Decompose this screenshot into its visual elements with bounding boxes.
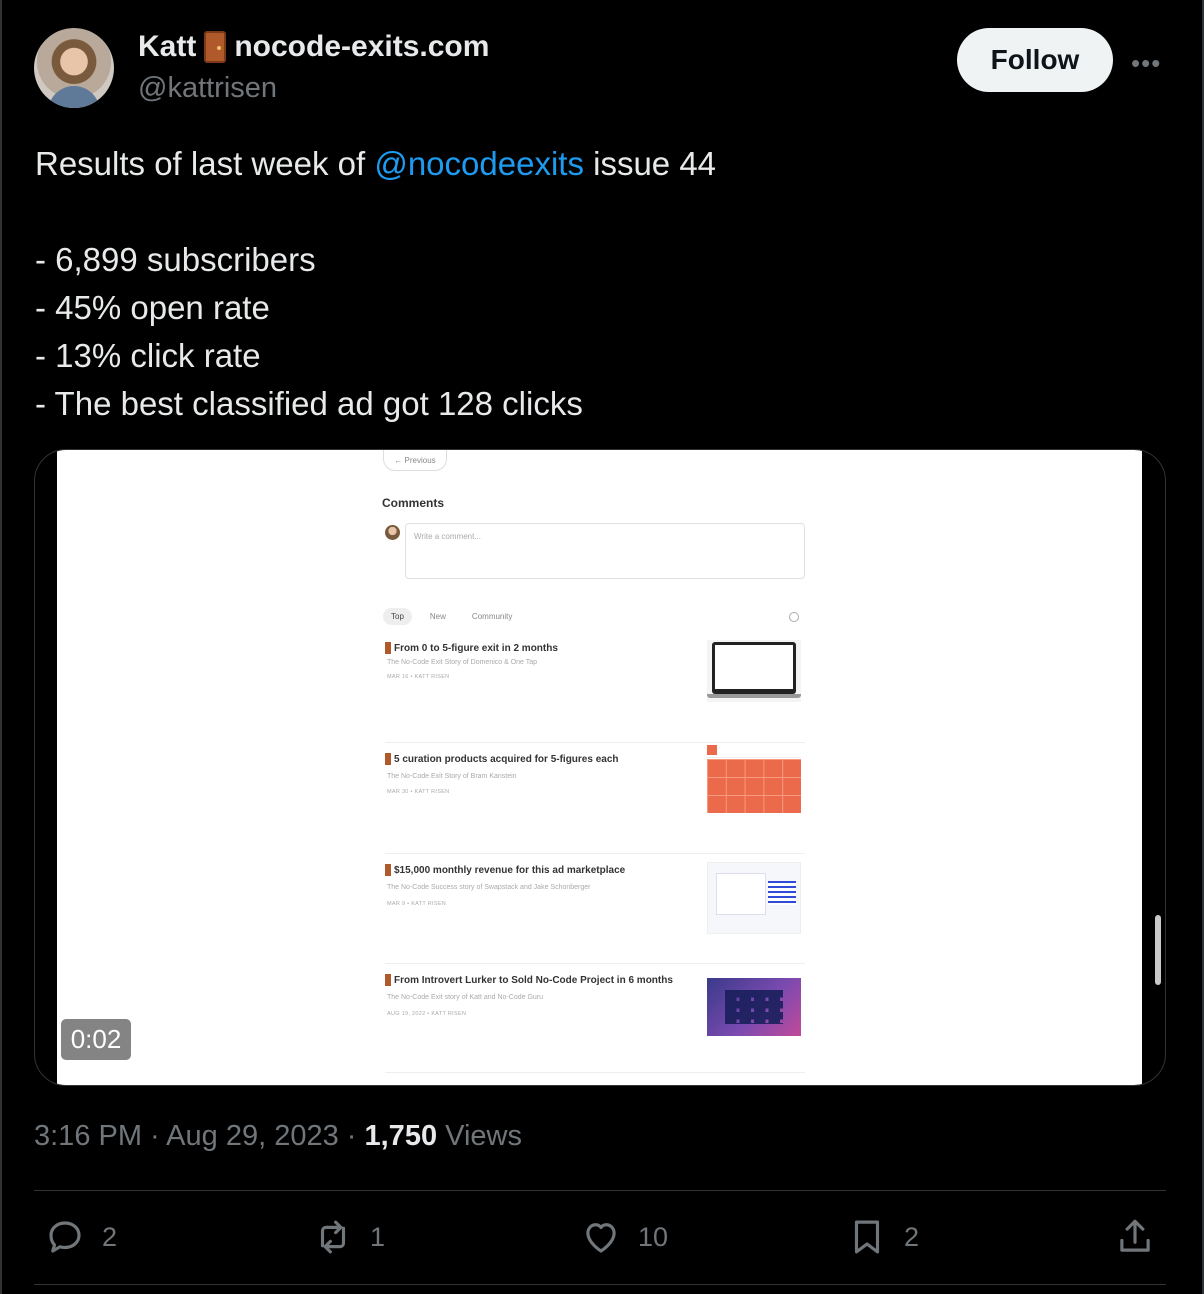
door-icon — [385, 974, 391, 986]
door-icon — [385, 864, 391, 876]
post-title-text: From 0 to 5-figure exit in 2 months — [394, 642, 558, 654]
post-subtitle: The No-Code Success story of Swapstack a… — [387, 884, 591, 891]
laptop-screen — [712, 642, 796, 694]
tweet-line-1: Results of last week of @nocodeexits iss… — [35, 140, 716, 188]
tweet-bullet: - The best classified ad got 128 clicks — [35, 385, 583, 422]
reply-button[interactable]: 2 — [44, 1216, 117, 1258]
comment-avatar — [385, 525, 400, 540]
follow-button[interactable]: Follow — [957, 28, 1113, 92]
mention-link[interactable]: @nocodeexits — [374, 145, 584, 182]
share-button[interactable] — [1114, 1216, 1156, 1258]
tweet-bullet: - 45% open rate — [35, 289, 270, 326]
tweet-date[interactable]: Aug 29, 2023 — [166, 1120, 339, 1152]
post-title: $15,000 monthly revenue for this ad mark… — [385, 864, 625, 876]
door-icon — [204, 31, 227, 63]
more-options-icon[interactable]: ••• — [1131, 48, 1161, 79]
post-title-text: 5 curation products acquired for 5-figur… — [394, 753, 619, 765]
door-icon — [385, 753, 391, 765]
post-subtitle: The No-Code Exit Story of Bram Kanstein — [387, 773, 517, 780]
tweet-bullet: - 13% click rate — [35, 337, 261, 374]
avatar[interactable] — [34, 28, 114, 108]
post-title-text: From Introvert Lurker to Sold No-Code Pr… — [394, 974, 673, 986]
post-thumbnail-header — [707, 743, 801, 758]
post-thumbnail — [707, 759, 801, 813]
video-frame: ← Previous Comments Write a comment... T… — [57, 450, 1161, 1085]
tweet-bullet: - 6,899 subscribers — [35, 241, 316, 278]
tweet-timestamp: 3:16 PM · Aug 29, 2023 · 1,750 Views — [34, 1120, 522, 1152]
post-item: 5 curation products acquired for 5-figur… — [385, 742, 805, 853]
repost-icon — [320, 1220, 346, 1254]
post-title: 5 curation products acquired for 5-figur… — [385, 753, 619, 765]
post-tabs: Top New Community — [383, 608, 520, 625]
heart-icon — [586, 1223, 616, 1253]
post-subtitle: The No-Code Exit Story of Domenico & One… — [387, 659, 538, 666]
post-meta: MAR 9 • KATT RISEN — [387, 901, 447, 907]
views-label: Views — [445, 1120, 522, 1152]
video-duration-badge: 0:02 — [61, 1019, 131, 1060]
post-title: From Introvert Lurker to Sold No-Code Pr… — [385, 974, 673, 986]
display-name[interactable]: Katt — [138, 30, 196, 64]
post-meta: MAR 16 • KATT RISEN — [387, 674, 450, 680]
comments-title: Comments — [382, 496, 445, 510]
tab-community: Community — [471, 612, 513, 621]
bookmark-count: 2 — [904, 1221, 920, 1252]
post-title-text: $15,000 monthly revenue for this ad mark… — [394, 864, 626, 876]
comment-input: Write a comment... — [405, 523, 805, 579]
tab-new: New — [429, 612, 446, 621]
search-icon — [789, 612, 799, 622]
like-button[interactable]: 10 — [580, 1216, 668, 1258]
post-item: From 0 to 5-figure exit in 2 months The … — [385, 636, 805, 746]
post-item-partial — [385, 1072, 805, 1085]
bookmark-icon — [854, 1220, 880, 1254]
tweet-text: Results of last week of @nocodeexits iss… — [35, 140, 716, 428]
author-name-row[interactable]: Katt nocode-exits.com — [138, 30, 489, 64]
bookmark-button[interactable]: 2 — [846, 1216, 919, 1258]
reply-icon — [49, 1221, 81, 1253]
tweet-line-1-prefix: Results of last week of — [35, 145, 375, 182]
post-title: From 0 to 5-figure exit in 2 months — [385, 642, 558, 654]
post-thumbnail — [707, 862, 801, 934]
laptop-base — [707, 694, 801, 698]
post-item: $15,000 monthly revenue for this ad mark… — [385, 853, 805, 964]
scrollbar — [1155, 915, 1161, 985]
post-thumbnail — [707, 640, 801, 702]
user-handle[interactable]: @kattrisen — [138, 72, 277, 105]
avatar-shirt — [48, 86, 100, 108]
video-player[interactable]: ← Previous Comments Write a comment... T… — [34, 449, 1166, 1086]
frame-border-left — [0, 0, 2, 1294]
post-meta: AUG 19, 2022 • KATT RISEN — [387, 1011, 467, 1017]
repost-button[interactable]: 1 — [312, 1216, 385, 1258]
share-icon — [1120, 1219, 1150, 1252]
tab-top: Top — [383, 608, 412, 625]
repost-count: 1 — [370, 1221, 386, 1252]
post-thumbnail — [707, 978, 801, 1036]
post-subtitle: The No-Code Exit story of Katt and No-Co… — [387, 994, 544, 1001]
post-meta: MAR 30 • KATT RISEN — [387, 789, 450, 795]
tweet-time[interactable]: 3:16 PM — [34, 1120, 142, 1152]
previous-button: ← Previous — [383, 450, 447, 471]
reply-count: 2 — [102, 1221, 118, 1252]
post-item: From Introvert Lurker to Sold No-Code Pr… — [385, 963, 805, 1074]
divider — [34, 1284, 1166, 1285]
divider — [34, 1190, 1166, 1191]
views-count[interactable]: 1,750 — [365, 1120, 438, 1152]
display-name-badge[interactable]: nocode-exits.com — [234, 30, 489, 64]
tweet-line-1-suffix: issue 44 — [583, 145, 717, 182]
door-icon — [385, 642, 391, 654]
like-count: 10 — [638, 1221, 669, 1252]
